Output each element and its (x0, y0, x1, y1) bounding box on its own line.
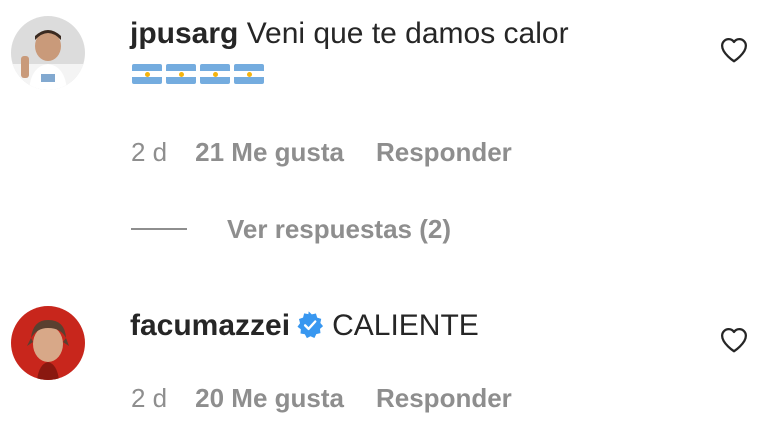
emoji-row (132, 64, 264, 84)
likes-count[interactable]: 20 Me gusta (195, 383, 344, 413)
comment-meta: 2 d 20 Me gusta Responder (131, 383, 512, 413)
view-replies-button[interactable]: Ver respuestas (2) (131, 214, 451, 244)
like-heart-icon[interactable] (719, 325, 749, 355)
view-replies-label[interactable]: Ver respuestas (2) (227, 214, 451, 244)
comment-time: 2 d (131, 383, 168, 413)
comment-line: facumazzei CALIENTE (130, 306, 479, 346)
comment-line: jpusarg Veni que te damos calor (130, 14, 569, 54)
argentina-flag-icon (200, 64, 230, 84)
replies-divider (131, 228, 187, 230)
reply-button[interactable]: Responder (376, 137, 512, 167)
argentina-flag-icon (234, 64, 264, 84)
comment-text: CALIENTE (332, 309, 479, 342)
likes-count[interactable]: 21 Me gusta (195, 137, 344, 167)
comment-meta: 2 d 21 Me gusta Responder (131, 137, 512, 167)
argentina-flag-icon (166, 64, 196, 84)
username-link[interactable]: facumazzei (130, 309, 290, 342)
comment-text: Veni que te damos calor (246, 17, 569, 50)
avatar[interactable] (11, 16, 85, 90)
avatar[interactable] (11, 306, 85, 380)
verified-badge-icon (297, 311, 324, 339)
reply-button[interactable]: Responder (376, 383, 512, 413)
username-link[interactable]: jpusarg (130, 17, 238, 50)
argentina-flag-icon (132, 64, 162, 84)
like-heart-icon[interactable] (719, 35, 749, 65)
comment-time: 2 d (131, 137, 168, 167)
